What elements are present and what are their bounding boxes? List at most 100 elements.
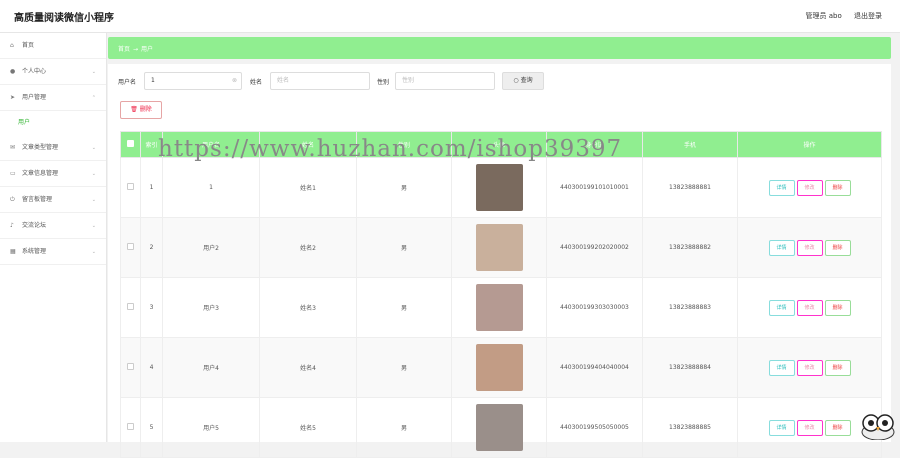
col-actions: 操作: [738, 132, 882, 158]
detail-button[interactable]: 详情: [769, 180, 795, 196]
cell-actions: 详情修改删除: [738, 158, 882, 218]
cell-phone: 13823888881: [643, 158, 738, 218]
detail-button[interactable]: 详情: [769, 420, 795, 436]
row-checkbox[interactable]: [127, 423, 134, 430]
select-all-checkbox[interactable]: [127, 140, 134, 147]
cell-avatar: [452, 398, 547, 458]
edit-button[interactable]: 修改: [797, 420, 823, 436]
table-row: 5用户5姓名5男44030019950505000513823888885详情修…: [121, 398, 882, 458]
query-button[interactable]: ○ 查询: [502, 72, 544, 90]
name-input[interactable]: 姓名: [270, 72, 370, 90]
delete-button[interactable]: 🗑 删除: [120, 101, 162, 119]
row-checkbox-cell[interactable]: [121, 278, 141, 338]
user-icon: ●: [10, 59, 18, 85]
app-title: 高质量阅读微信小程序: [14, 9, 114, 24]
sidebar-subitem-user[interactable]: 用户: [0, 111, 106, 135]
cell-username: 用户5: [163, 398, 260, 458]
cell-id-card: 440300199404040004: [547, 338, 643, 398]
sidebar-item-label: 文章类型管理: [22, 144, 58, 151]
content-panel: 用户名 1⊗ 姓名 姓名 性别 性别 ○ 查询 🗑 删除 索引 用户名 姓名 性…: [108, 64, 891, 442]
chevron-up-icon: ⌃: [92, 85, 96, 111]
row-checkbox-cell[interactable]: [121, 398, 141, 458]
row-delete-button[interactable]: 删除: [825, 420, 851, 436]
username-input[interactable]: 1⊗: [144, 72, 242, 90]
main-content: 首页→用户 用户名 1⊗ 姓名 姓名 性别 性别 ○ 查询 🗑 删除 索引 用户…: [107, 33, 900, 442]
cell-avatar: [452, 278, 547, 338]
chevron-down-icon: ⌄: [92, 59, 96, 85]
avatar: [476, 404, 523, 451]
row-delete-button[interactable]: 删除: [825, 180, 851, 196]
cell-id-card: 440300199101010001: [547, 158, 643, 218]
breadcrumb: 首页→用户: [118, 44, 153, 53]
detail-button[interactable]: 详情: [769, 300, 795, 316]
col-phone[interactable]: 手机: [643, 132, 738, 158]
cell-name: 姓名1: [260, 158, 357, 218]
power-icon: ⏻: [10, 187, 18, 213]
cell-index: 2: [141, 218, 163, 278]
row-delete-button[interactable]: 删除: [825, 300, 851, 316]
logout-link[interactable]: 退出登录: [854, 12, 882, 20]
row-checkbox[interactable]: [127, 183, 134, 190]
cell-name: 姓名3: [260, 278, 357, 338]
chevron-down-icon: ⌄: [92, 213, 96, 239]
cell-gender: 男: [357, 278, 452, 338]
top-right-area: 管理员 abo 退出登录: [796, 11, 882, 21]
cell-id-card: 440300199505050005: [547, 398, 643, 458]
sidebar-item-articles[interactable]: ▭文章信息管理⌄: [0, 161, 106, 187]
sidebar-item-home[interactable]: ⌂首页: [0, 33, 106, 59]
detail-button[interactable]: 详情: [769, 240, 795, 256]
chat-icon: ▭: [10, 161, 18, 187]
row-checkbox[interactable]: [127, 363, 134, 370]
name-label: 姓名: [250, 77, 262, 86]
system-icon: ▦: [10, 239, 18, 265]
cell-username: 用户2: [163, 218, 260, 278]
clear-icon[interactable]: ⊗: [232, 73, 237, 89]
avatar: [476, 344, 523, 391]
cell-gender: 男: [357, 158, 452, 218]
cell-phone: 13823888885: [643, 398, 738, 458]
mic-icon: ♪: [10, 213, 18, 239]
sidebar-item-forum[interactable]: ♪ 交流论坛 ⌄: [0, 213, 106, 239]
row-checkbox-cell[interactable]: [121, 218, 141, 278]
cell-username: 用户4: [163, 338, 260, 398]
cell-gender: 男: [357, 218, 452, 278]
sidebar-item-system[interactable]: ▦系统管理⌄: [0, 239, 106, 265]
watermark-text: https://www.huzhan.com/ishop39397: [158, 136, 622, 162]
chevron-down-icon: ⌄: [92, 239, 96, 265]
breadcrumb-current: 用户: [141, 46, 153, 53]
cell-avatar: [452, 218, 547, 278]
top-bar: 高质量阅读微信小程序 管理员 abo 退出登录: [0, 0, 900, 33]
sidebar-item-label: 交流论坛: [22, 222, 46, 229]
sidebar-item-label: 留言板管理: [22, 196, 52, 203]
sidebar-item-message-board[interactable]: ⏻留言板管理⌄: [0, 187, 106, 213]
sidebar-item-users[interactable]: ➤用户管理⌃: [0, 85, 106, 111]
cell-name: 姓名5: [260, 398, 357, 458]
sidebar-item-article-types[interactable]: ✉文章类型管理⌄: [0, 135, 106, 161]
sidebar-item-label: 文章信息管理: [22, 170, 58, 177]
row-checkbox-cell[interactable]: [121, 158, 141, 218]
cell-actions: 详情修改删除: [738, 338, 882, 398]
sidebar-item-label: 个人中心: [22, 68, 46, 75]
cell-index: 1: [141, 158, 163, 218]
sidebar-item-profile[interactable]: ● 个人中心 ⌄: [0, 59, 106, 85]
table-row: 4用户4姓名4男44030019940404000413823888884详情修…: [121, 338, 882, 398]
row-delete-button[interactable]: 删除: [825, 360, 851, 376]
cell-id-card: 440300199202020002: [547, 218, 643, 278]
row-checkbox[interactable]: [127, 243, 134, 250]
select-all-checkbox-cell[interactable]: [121, 132, 141, 158]
mail-icon: ✉: [10, 135, 18, 161]
avatar: [476, 164, 523, 211]
edit-button[interactable]: 修改: [797, 360, 823, 376]
detail-button[interactable]: 详情: [769, 360, 795, 376]
gender-input[interactable]: 性别: [395, 72, 495, 90]
cell-id-card: 440300199303030003: [547, 278, 643, 338]
edit-button[interactable]: 修改: [797, 180, 823, 196]
row-checkbox-cell[interactable]: [121, 338, 141, 398]
row-checkbox[interactable]: [127, 303, 134, 310]
breadcrumb-home[interactable]: 首页: [118, 46, 130, 53]
edit-button[interactable]: 修改: [797, 240, 823, 256]
edit-button[interactable]: 修改: [797, 300, 823, 316]
cell-phone: 13823888882: [643, 218, 738, 278]
row-delete-button[interactable]: 删除: [825, 240, 851, 256]
cell-name: 姓名2: [260, 218, 357, 278]
